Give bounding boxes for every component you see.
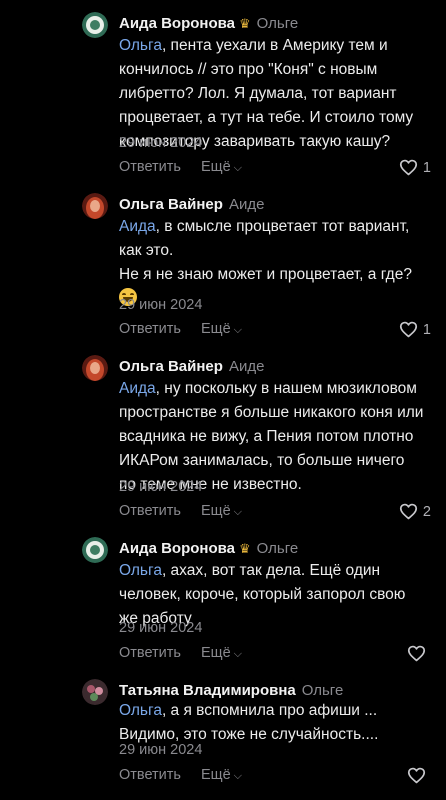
like-count: 1 <box>422 321 431 338</box>
comment-actions: Ответить Ещё ⌵ 1 <box>119 159 431 181</box>
reply-button[interactable]: Ответить <box>119 767 181 783</box>
comment-header: Ольга Вайнер Аиде <box>119 195 264 215</box>
comment-date: 29 июн 2024 <box>119 479 203 495</box>
reply-to-label: Ольге <box>301 682 344 699</box>
like-button[interactable] <box>407 645 431 662</box>
comment-line: Не я не знаю может и процветает, а где? <box>119 266 412 283</box>
reply-to-label: Ольге <box>256 540 299 557</box>
more-button[interactable]: Ещё ⌵ <box>201 645 242 661</box>
heart-icon <box>399 159 417 176</box>
like-button[interactable]: 1 <box>399 321 431 338</box>
reply-button[interactable]: Ответить <box>119 321 181 337</box>
comment-line: как это. <box>119 242 174 259</box>
reply-to-label: Аиде <box>228 196 265 213</box>
more-label: Ещё <box>201 159 231 175</box>
comment-line: , а я вспомнила про афиши ... <box>161 702 378 719</box>
more-button[interactable]: Ещё ⌵ <box>201 767 242 783</box>
comment-line: процветает, а тут на тебе. И стоило тому <box>119 109 414 126</box>
more-button[interactable]: Ещё ⌵ <box>201 503 242 519</box>
author-name[interactable]: Аида Воронова <box>119 540 235 557</box>
heart-icon <box>399 503 417 520</box>
comment-line: , ну поскольку в нашем мюзикловом <box>155 380 417 397</box>
heart-icon <box>399 321 417 338</box>
comment-actions: Ответить Ещё ⌵ <box>119 767 431 789</box>
like-count: 2 <box>422 503 431 520</box>
more-label: Ещё <box>201 503 231 519</box>
author-name[interactable]: Аида Воронова <box>119 15 235 32</box>
reply-button[interactable]: Ответить <box>119 503 181 519</box>
comment-date: 29 июн 2024 <box>119 297 203 313</box>
avatar[interactable] <box>82 193 108 219</box>
crown-icon: ♛ <box>239 541 251 556</box>
avatar[interactable] <box>82 355 108 381</box>
reply-button[interactable]: Ответить <box>119 159 181 175</box>
comment-header: Аида Воронова ♛ Ольге <box>119 539 298 559</box>
comment-line: человек, короче, который запорол свою <box>119 586 406 603</box>
mention-link[interactable]: Аида <box>119 218 156 235</box>
more-label: Ещё <box>201 321 231 337</box>
author-name[interactable]: Татьяна Владимировна <box>119 682 296 699</box>
comment-line: ИКАРом занималась, то больше ничего <box>119 452 405 469</box>
comment-line: пространстве я больше никакого коня или <box>119 404 424 421</box>
like-button[interactable] <box>407 767 431 784</box>
chevron-down-icon: ⌵ <box>233 324 243 336</box>
reply-button[interactable]: Ответить <box>119 645 181 661</box>
author-name[interactable]: Ольга Вайнер <box>119 358 223 375</box>
comment-line: либретто? Лол. Я думала, тот вариант <box>119 85 397 102</box>
comment-line: , пента уехали в Америку тем и <box>161 37 388 54</box>
comment-date: 29 июн 2024 <box>119 135 203 151</box>
comment-line: всадника не вижу, а Пения потом плотно <box>119 428 414 445</box>
more-label: Ещё <box>201 767 231 783</box>
chevron-down-icon: ⌵ <box>233 162 243 174</box>
reply-to-label: Ольге <box>256 15 299 32</box>
like-count: 1 <box>422 159 431 176</box>
comment-header: Татьяна Владимировна Ольге <box>119 681 343 701</box>
comment-header: Аида Воронова ♛ Ольге <box>119 14 298 34</box>
heart-icon <box>407 645 426 662</box>
chevron-down-icon: ⌵ <box>233 506 243 518</box>
comment-header: Ольга Вайнер Аиде <box>119 357 264 377</box>
more-button[interactable]: Ещё ⌵ <box>201 321 242 337</box>
mention-link[interactable]: Ольга <box>119 562 162 579</box>
mention-link[interactable]: Аида <box>119 380 156 397</box>
more-label: Ещё <box>201 645 231 661</box>
avatar[interactable] <box>82 12 108 38</box>
like-button[interactable]: 1 <box>399 159 431 176</box>
comment-line: кончилось // это про "Коня" с новым <box>119 61 378 78</box>
comment-line: , ахах, вот так дела. Ещё один <box>161 562 381 579</box>
comments-feed: Аида Воронова ♛ Ольге Ольга, пента уехали … <box>0 0 446 800</box>
reply-to-label: Аиде <box>228 358 265 375</box>
comment-date: 29 июн 2024 <box>119 742 203 758</box>
chevron-down-icon: ⌵ <box>233 648 243 660</box>
mention-link[interactable]: Ольга <box>119 37 162 54</box>
avatar[interactable] <box>82 537 108 563</box>
avatar[interactable] <box>82 679 108 705</box>
mention-link[interactable]: Ольга <box>119 702 162 719</box>
comment-line: , в смысле процветает тот вариант, <box>155 218 410 235</box>
author-name[interactable]: Ольга Вайнер <box>119 196 223 213</box>
like-button[interactable]: 2 <box>399 503 431 520</box>
heart-icon <box>407 767 426 784</box>
comment-date: 29 июн 2024 <box>119 620 203 636</box>
comment-actions: Ответить Ещё ⌵ 2 <box>119 503 431 525</box>
comment-actions: Ответить Ещё ⌵ <box>119 645 431 667</box>
chevron-down-icon: ⌵ <box>233 770 243 782</box>
more-button[interactable]: Ещё ⌵ <box>201 159 242 175</box>
crown-icon: ♛ <box>239 16 251 31</box>
comment-actions: Ответить Ещё ⌵ 1 <box>119 321 431 343</box>
